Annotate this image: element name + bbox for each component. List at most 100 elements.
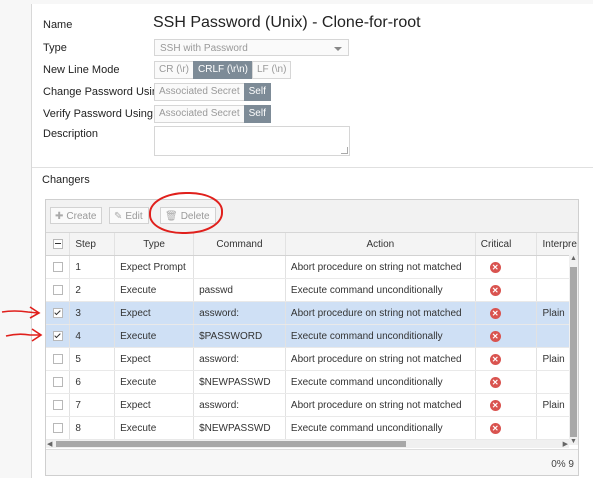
column-header-action[interactable]: Action [285, 233, 476, 256]
row-checkbox[interactable] [46, 255, 71, 279]
table-header-row: Step Type Command Action Critical Interp… [46, 233, 578, 256]
cell-action: Execute command unconditionally [285, 416, 476, 440]
newline-mode-label: New Line Mode [43, 64, 120, 76]
vertical-scrollbar[interactable]: ▲ ▼ [569, 255, 578, 445]
table-row[interactable]: 7 Expect assword: Abort procedure on string… [46, 393, 578, 417]
critical-x-icon: ✕ [489, 422, 501, 434]
cell-command: $PASSWORD [193, 324, 286, 348]
cell-critical: ✕ [475, 370, 538, 394]
checkbox-icon [52, 238, 63, 249]
cell-command: $NEWPASSWD [193, 370, 286, 394]
cell-action: Abort procedure on string not matched [285, 301, 476, 325]
cell-critical: ✕ [475, 324, 538, 348]
critical-x-icon: ✕ [489, 399, 501, 411]
checkbox-icon [52, 307, 63, 318]
change-pw-option-self[interactable]: Self [243, 83, 271, 101]
pencil-icon: ✎ [114, 211, 123, 222]
row-checkbox[interactable] [46, 393, 71, 417]
cell-critical: ✕ [475, 347, 538, 371]
plus-icon: ✚ [55, 211, 64, 222]
verify-pw-option-associated[interactable]: Associated Secret [154, 105, 245, 123]
row-checkbox[interactable] [46, 324, 71, 348]
cell-type: Execute [114, 370, 195, 394]
changers-grid: ✚ Create ✎ Edit 🗑 Delete Step Type Command [45, 199, 579, 476]
checkbox-icon [52, 399, 63, 410]
column-header-command[interactable]: Command [193, 233, 286, 256]
table-row[interactable]: 2 Execute passwd Execute command unconditio… [46, 278, 578, 302]
table-row[interactable]: 8 Execute $NEWPASSWD Execute command uncond… [46, 416, 578, 440]
critical-x-icon: ✕ [489, 376, 501, 388]
verify-password-toggle: Associated Secret Self [154, 105, 271, 123]
newline-option-lf[interactable]: LF (\n) [252, 61, 292, 79]
table-row[interactable]: 4 Execute $PASSWORD Execute command uncondi… [46, 324, 578, 348]
create-label: Create [66, 211, 97, 222]
critical-x-icon: ✕ [489, 307, 501, 319]
scroll-down-icon[interactable]: ▼ [570, 438, 577, 445]
table-row[interactable]: 3 Expect assword: Abort procedure on string… [46, 301, 578, 325]
table-row[interactable]: 6 Execute $NEWPASSWD Execute command uncond… [46, 370, 578, 394]
grid-footer: 0% 9 [46, 449, 578, 475]
newline-option-cr[interactable]: CR (\r) [154, 61, 194, 79]
row-checkbox[interactable] [46, 301, 71, 325]
cell-command: assword: [193, 347, 286, 371]
verify-pw-option-self[interactable]: Self [243, 105, 271, 123]
newline-mode-toggle: CR (\r) CRLF (\r\n) LF (\n) [154, 61, 292, 79]
cell-step: 1 [69, 255, 116, 279]
cell-action: Execute command unconditionally [285, 278, 476, 302]
select-all-checkbox[interactable] [46, 233, 71, 256]
cell-command: assword: [193, 301, 286, 325]
cell-type: Expect [114, 301, 195, 325]
cell-type: Expect [114, 393, 195, 417]
cell-command: $NEWPASSWD [193, 416, 286, 440]
description-textarea[interactable] [154, 126, 350, 156]
row-checkbox[interactable] [46, 416, 71, 440]
cell-step: 7 [69, 393, 116, 417]
column-header-step[interactable]: Step [69, 233, 116, 256]
cell-critical: ✕ [475, 416, 538, 440]
changers-heading: Changers [42, 174, 90, 186]
scroll-right-icon[interactable]: ▶ [563, 440, 568, 448]
progress-text: 0% 9 [551, 459, 574, 470]
horizontal-scroll-thumb[interactable] [56, 441, 406, 447]
cell-critical: ✕ [475, 255, 538, 279]
row-checkbox[interactable] [46, 370, 71, 394]
newline-option-crlf[interactable]: CRLF (\r\n) [193, 61, 253, 79]
critical-x-icon: ✕ [489, 284, 501, 296]
checkbox-icon [52, 261, 63, 272]
change-password-toggle: Associated Secret Self [154, 83, 271, 101]
table-row[interactable]: 5 Expect assword: Abort procedure on string… [46, 347, 578, 371]
grid-toolbar: ✚ Create ✎ Edit 🗑 Delete [46, 200, 578, 233]
checkbox-icon [52, 376, 63, 387]
type-select-value: SSH with Password [160, 43, 248, 54]
column-header-type[interactable]: Type [114, 233, 195, 256]
scroll-up-icon[interactable]: ▲ [570, 255, 577, 262]
table-row[interactable]: 1 Expect Prompt Abort procedure on string … [46, 255, 578, 279]
column-header-critical[interactable]: Critical [475, 233, 538, 256]
create-button[interactable]: ✚ Create [50, 207, 103, 224]
section-divider [32, 167, 593, 168]
vertical-scroll-thumb[interactable] [570, 267, 577, 437]
change-pw-option-associated[interactable]: Associated Secret [154, 83, 245, 101]
checkbox-icon [52, 422, 63, 433]
row-checkbox[interactable] [46, 278, 71, 302]
column-header-interpreter[interactable]: Interpre [536, 233, 578, 256]
description-label: Description [43, 128, 99, 140]
edit-procedure-panel: Name SSH Password (Unix) - Clone-for-roo… [31, 4, 593, 478]
edit-label: Edit [125, 211, 143, 222]
scroll-left-icon[interactable]: ◀ [47, 440, 52, 448]
horizontal-scrollbar[interactable]: ◀ ▶ [46, 440, 569, 448]
cell-action: Abort procedure on string not matched [285, 393, 476, 417]
checkbox-icon [52, 330, 63, 341]
cell-action: Execute command unconditionally [285, 370, 476, 394]
cell-action: Abort procedure on string not matched [285, 255, 476, 279]
row-checkbox[interactable] [46, 347, 71, 371]
cell-type: Expect Prompt [114, 255, 195, 279]
edit-button[interactable]: ✎ Edit [109, 207, 149, 224]
cell-command: assword: [193, 393, 286, 417]
checkbox-icon [52, 284, 63, 295]
type-label: Type [43, 42, 67, 54]
cell-type: Execute [114, 278, 195, 302]
cell-step: 2 [69, 278, 116, 302]
type-select[interactable]: SSH with Password [154, 39, 349, 56]
cell-action: Execute command unconditionally [285, 324, 476, 348]
